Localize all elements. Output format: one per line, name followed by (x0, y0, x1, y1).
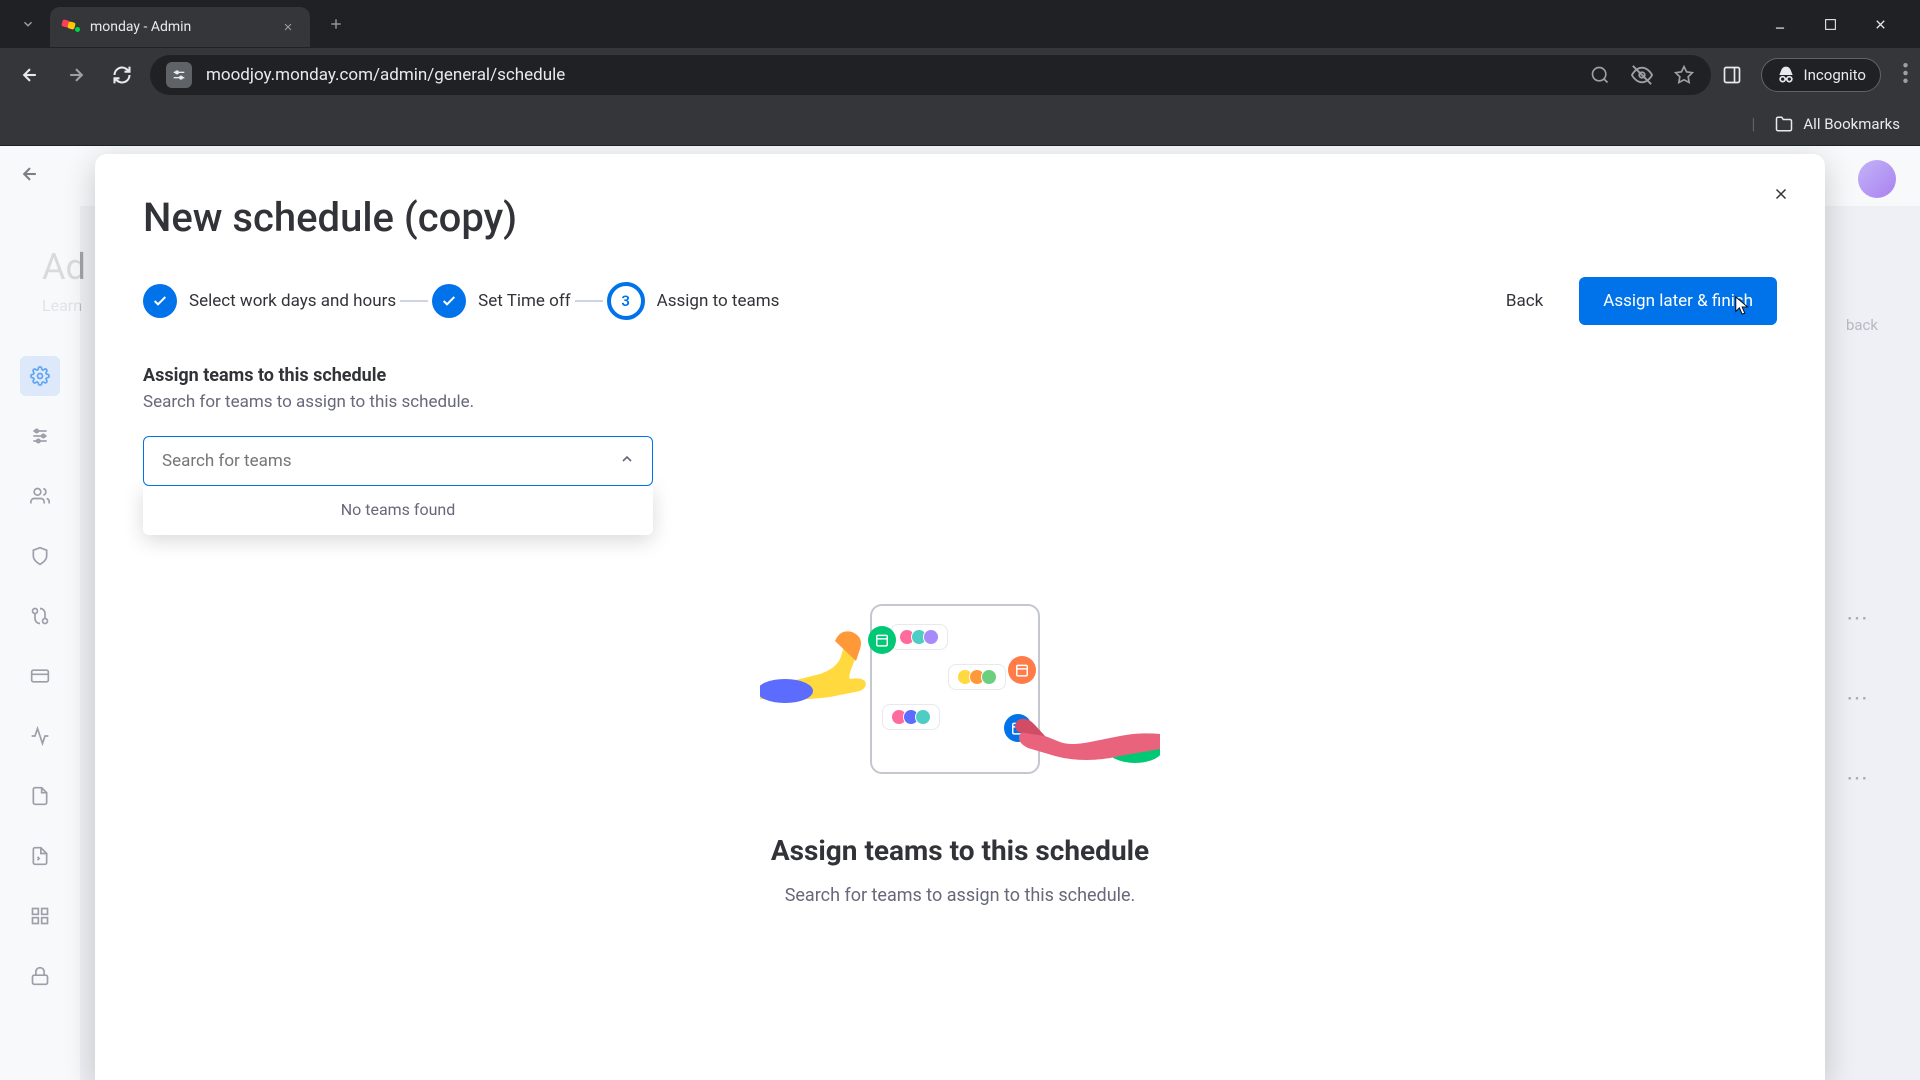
check-icon (441, 293, 457, 309)
reload-button[interactable] (104, 57, 140, 93)
chevron-up-icon[interactable] (619, 451, 635, 471)
folder-icon (1775, 115, 1793, 133)
step-1-indicator (143, 284, 177, 318)
stepper-actions: Back Assign later & finish (1486, 277, 1777, 325)
assign-later-finish-button[interactable]: Assign later & finish (1579, 277, 1777, 325)
bookmarks-bar: | All Bookmarks (0, 102, 1920, 146)
team-search-input[interactable] (143, 436, 653, 486)
calendar-badge-icon (868, 626, 896, 654)
row-menu-2[interactable]: ⋯ (1846, 686, 1870, 711)
new-tab-button[interactable] (318, 6, 354, 42)
check-icon (152, 293, 168, 309)
bookmark-star-icon[interactable] (1673, 64, 1695, 86)
eye-off-icon[interactable] (1631, 64, 1653, 86)
calendar-badge-icon (1008, 656, 1036, 684)
modal-close-button[interactable] (1765, 178, 1797, 210)
section-title: Assign teams to this schedule (143, 365, 1777, 386)
feedback-text-backdrop: back (1846, 316, 1878, 334)
schedule-modal: New schedule (copy) Select work days and… (95, 154, 1825, 1080)
site-settings-icon[interactable] (166, 62, 192, 88)
sidebar-item-billing[interactable] (20, 656, 60, 696)
admin-sidebar (0, 206, 80, 1080)
step-1[interactable]: Select work days and hours (143, 284, 396, 318)
step-2-indicator (432, 284, 466, 318)
tabs-dropdown-button[interactable] (10, 6, 46, 42)
empty-state: Assign teams to this schedule Search for… (660, 574, 1260, 906)
empty-state-title: Assign teams to this schedule (660, 834, 1260, 867)
stepper: Select work days and hours Set Time off … (143, 282, 779, 320)
sidebar-item-apps[interactable] (20, 896, 60, 936)
sidebar-item-content[interactable] (20, 836, 60, 876)
monday-favicon-icon (62, 18, 80, 36)
step-3-label: Assign to teams (657, 291, 780, 311)
app-back-button[interactable] (20, 164, 40, 188)
step-2-label: Set Time off (478, 291, 571, 311)
user-avatar[interactable] (1858, 160, 1896, 198)
step-connector (575, 300, 603, 302)
tab-title: monday - Admin (90, 19, 268, 35)
empty-illustration (760, 574, 1160, 804)
sidebar-item-general[interactable] (20, 356, 60, 396)
side-panel-icon[interactable] (1721, 64, 1743, 86)
incognito-badge[interactable]: Incognito (1761, 58, 1881, 92)
minimize-button[interactable] (1770, 14, 1790, 34)
row-menu-3[interactable]: ⋯ (1846, 766, 1870, 791)
back-button[interactable]: Back (1486, 279, 1563, 323)
all-bookmarks-label: All Bookmarks (1803, 115, 1900, 133)
omnibox[interactable]: moodjoy.monday.com/admin/general/schedul… (150, 55, 1711, 95)
primary-button-label: Assign later & finish (1603, 291, 1753, 311)
left-arm-icon (760, 629, 880, 709)
window-controls (1770, 14, 1910, 34)
browser-tab[interactable]: monday - Admin (50, 7, 310, 47)
sidebar-item-stats[interactable] (20, 716, 60, 756)
step-connector (400, 300, 428, 302)
team-search-wrapper (143, 436, 653, 486)
page-content: Ad Learn back ⋯ ⋯ ⋯ New schedule (copy) (0, 146, 1920, 1080)
section-subtitle: Search for teams to assign to this sched… (143, 392, 1777, 412)
sidebar-item-users[interactable] (20, 476, 60, 516)
step-3[interactable]: 3 Assign to teams (607, 282, 780, 320)
url-text: moodjoy.monday.com/admin/general/schedul… (206, 65, 565, 85)
row-menu-1[interactable]: ⋯ (1846, 606, 1870, 631)
nav-forward-button[interactable] (58, 57, 94, 93)
sidebar-item-api[interactable] (20, 596, 60, 636)
window-close-button[interactable] (1870, 14, 1890, 34)
browser-menu-button[interactable] (1903, 63, 1908, 88)
all-bookmarks-button[interactable]: All Bookmarks (1775, 115, 1900, 133)
omnibox-row: moodjoy.monday.com/admin/general/schedul… (0, 48, 1920, 102)
sidebar-item-customization[interactable] (20, 416, 60, 456)
right-arm-icon (1010, 694, 1160, 784)
team-dropdown: No teams found (143, 484, 653, 535)
empty-state-subtitle: Search for teams to assign to this sched… (660, 885, 1260, 906)
step-2[interactable]: Set Time off (432, 284, 571, 318)
step-1-label: Select work days and hours (189, 291, 396, 311)
step-3-indicator: 3 (607, 282, 645, 320)
tab-bar: monday - Admin (0, 0, 1920, 48)
sidebar-item-tidy[interactable] (20, 776, 60, 816)
tab-close-button[interactable] (278, 17, 298, 37)
stepper-row: Select work days and hours Set Time off … (143, 277, 1777, 325)
maximize-button[interactable] (1820, 14, 1840, 34)
sidebar-item-security[interactable] (20, 536, 60, 576)
sidebar-item-permissions[interactable] (20, 956, 60, 996)
nav-back-button[interactable] (12, 57, 48, 93)
incognito-label: Incognito (1804, 66, 1866, 84)
dropdown-empty-text: No teams found (341, 500, 456, 519)
browser-chrome: monday - Admin (0, 0, 1920, 146)
incognito-icon (1776, 65, 1796, 85)
modal-title: New schedule (copy) (143, 194, 1777, 241)
search-icon[interactable] (1589, 64, 1611, 86)
